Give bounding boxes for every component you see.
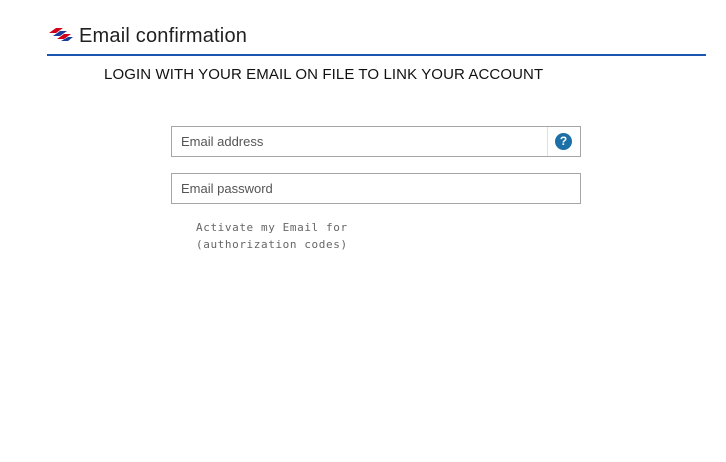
page-title: Email confirmation [79, 25, 248, 47]
email-confirmation-page: Email confirmation LOGIN WITH YOUR EMAIL… [0, 0, 726, 462]
email-address-input[interactable] [172, 127, 548, 156]
activation-note-line: (authorization codes) [196, 238, 348, 251]
bank-flag-logo-icon [49, 28, 73, 41]
activation-note: Activate my Email for (authorization cod… [196, 219, 376, 253]
password-field-container [171, 173, 581, 204]
email-field-container: ? [171, 126, 581, 157]
header: Email confirmation [47, 22, 706, 56]
email-password-input[interactable] [172, 174, 580, 203]
activation-note-line: Activate my Email for [196, 221, 348, 234]
help-button-container: ? [547, 127, 580, 156]
question-circle-icon[interactable]: ? [555, 133, 572, 150]
instruction-heading: LOGIN WITH YOUR EMAIL ON FILE TO LINK YO… [104, 66, 544, 83]
